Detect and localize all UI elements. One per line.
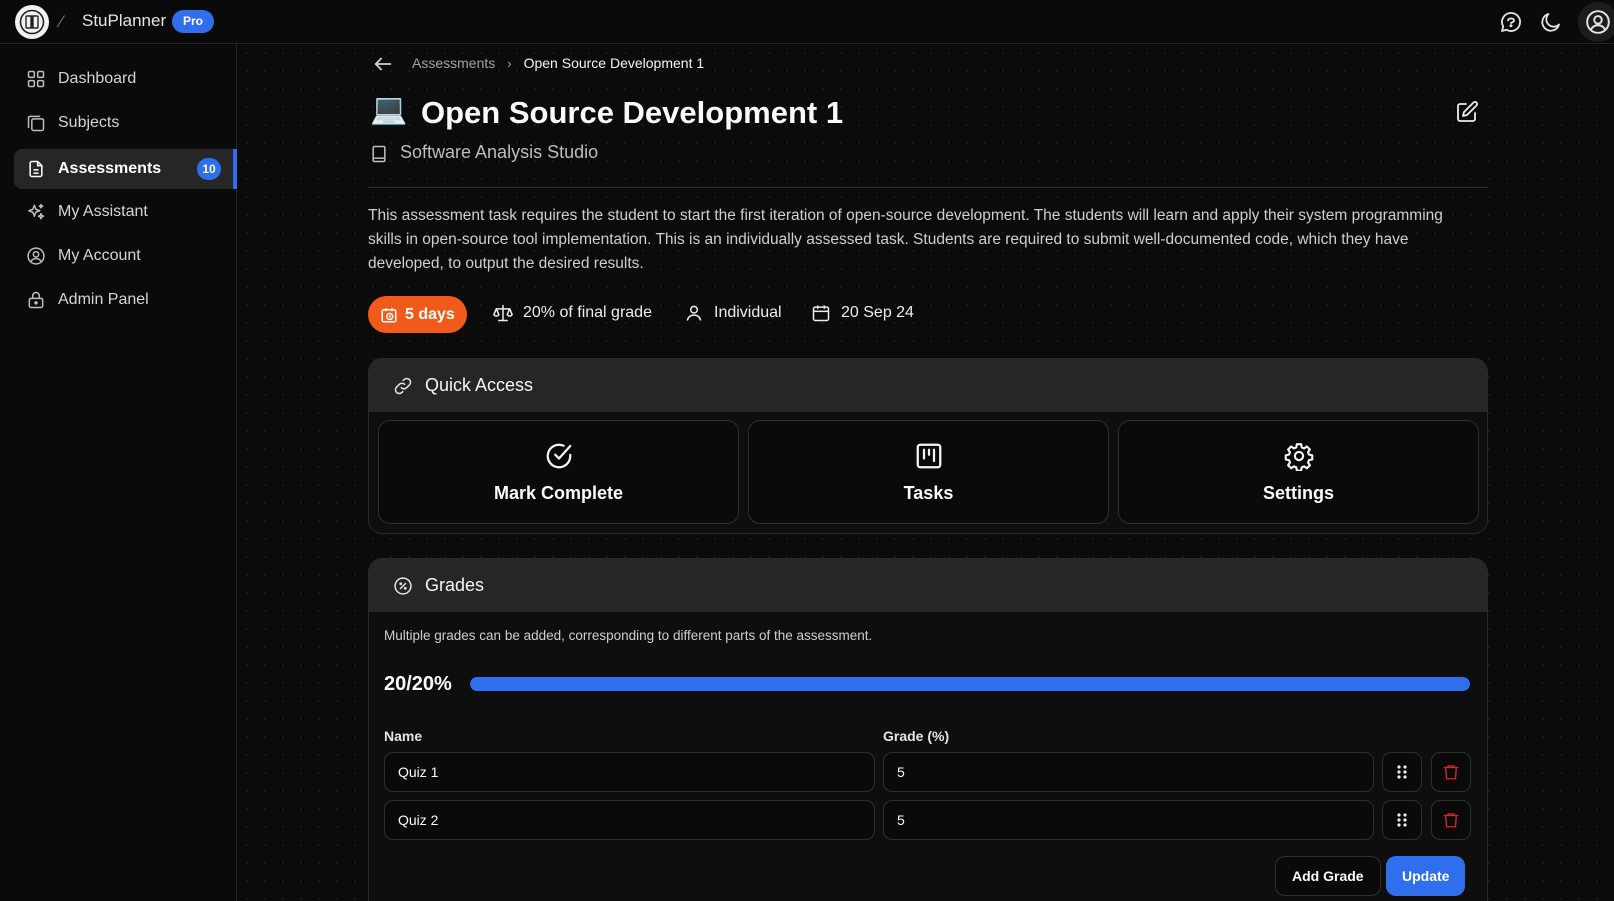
- scale-icon: [493, 303, 513, 323]
- tile-label: Mark Complete: [493, 482, 624, 503]
- plan-badge: Pro: [172, 10, 215, 33]
- back-arrow-icon[interactable]: [372, 53, 394, 75]
- app-logo[interactable]: [15, 5, 49, 39]
- tasks-button[interactable]: Tasks: [748, 420, 1109, 524]
- grades-progress-bar: [470, 677, 1470, 691]
- percent-circle-icon: [393, 576, 413, 596]
- sidebar-item-label: My Account: [58, 247, 141, 264]
- sidebar-item-subjects[interactable]: Subjects: [14, 103, 235, 143]
- trash-icon: [1443, 813, 1459, 828]
- tile-label: Tasks: [903, 482, 954, 503]
- due-in-text: 5 days: [405, 305, 455, 323]
- grades-card: Grades Multiple grades can be added, cor…: [368, 558, 1488, 901]
- mark-complete-button[interactable]: Mark Complete: [378, 420, 739, 524]
- sidebar-item-assessments[interactable]: Assessments 10: [14, 149, 235, 189]
- calendar-clock-icon: [380, 306, 398, 324]
- assessments-count-badge: 10: [197, 158, 221, 180]
- sidebar-item-admin-panel[interactable]: Admin Panel: [14, 280, 235, 320]
- name-column-header: Name: [384, 728, 423, 744]
- grades-progress-fill: [470, 677, 1470, 691]
- trash-icon: [1443, 765, 1459, 780]
- sparkles-icon: [26, 202, 46, 222]
- layers-icon: [26, 113, 46, 133]
- edit-icon[interactable]: [1455, 100, 1479, 124]
- delete-grade-button[interactable]: [1431, 800, 1471, 840]
- grades-progress-label: 20/20%: [384, 673, 452, 695]
- drag-handle-button[interactable]: [1382, 752, 1422, 792]
- header-divider: [368, 187, 1488, 188]
- subject-name[interactable]: Software Analysis Studio: [400, 142, 598, 163]
- grades-title: Grades: [425, 575, 485, 595]
- grade-name-input[interactable]: Quiz 2: [384, 800, 875, 840]
- sidebar: Dashboard Subjects Assessments 10 My Ass: [0, 44, 237, 901]
- grade-value-input[interactable]: 5: [883, 800, 1374, 840]
- due-date-info: 20 Sep 24: [811, 303, 914, 323]
- sidebar-item-my-assistant[interactable]: My Assistant: [14, 192, 235, 232]
- gear-icon: [1284, 441, 1314, 471]
- grid-icon: [26, 69, 46, 89]
- top-bar: ⁄ StuPlanner Pro: [0, 0, 1614, 44]
- main-content: Assessments › Open Source Development 1 …: [238, 44, 1614, 901]
- add-grade-button[interactable]: Add Grade: [1275, 856, 1381, 896]
- sidebar-item-dashboard[interactable]: Dashboard: [14, 59, 235, 99]
- kanban-icon: [914, 441, 944, 471]
- grade-column-header: Grade (%): [883, 728, 950, 744]
- drag-handle-button[interactable]: [1382, 800, 1422, 840]
- weight-text: 20% of final grade: [523, 304, 652, 321]
- grades-header: Grades: [369, 559, 1487, 612]
- breadcrumb: Assessments › Open Source Development 1: [412, 55, 704, 71]
- assessment-description: This assessment task requires the studen…: [368, 207, 1443, 272]
- sidebar-item-label: Assessments: [58, 160, 162, 177]
- due-date-text: 20 Sep 24: [841, 304, 914, 321]
- sidebar-item-label: Admin Panel: [58, 291, 149, 308]
- assessment-type-text: Individual: [714, 304, 782, 321]
- assessment-type-info: Individual: [684, 303, 782, 323]
- sidebar-item-label: Dashboard: [58, 70, 137, 87]
- delete-grade-button[interactable]: [1431, 752, 1471, 792]
- user-circle-icon: [1586, 10, 1610, 34]
- settings-button[interactable]: Settings: [1118, 420, 1479, 524]
- dark-mode-icon[interactable]: [1539, 10, 1563, 34]
- app-name[interactable]: StuPlanner: [82, 11, 166, 31]
- lock-icon: [26, 290, 46, 310]
- sidebar-item-label: Subjects: [58, 114, 120, 131]
- breadcrumb-chevron-icon: ›: [507, 55, 512, 71]
- book-icon: [369, 144, 389, 164]
- sidebar-item-label: My Assistant: [58, 203, 148, 220]
- quick-access-card: Quick Access Mark Complete Tasks Setting…: [368, 358, 1488, 534]
- grip-icon: [1397, 765, 1407, 779]
- assessment-emoji: 💻: [370, 92, 408, 127]
- sidebar-item-my-account[interactable]: My Account: [14, 236, 235, 276]
- quick-access-title: Quick Access: [425, 375, 534, 395]
- page-title: Open Source Development 1: [421, 95, 844, 130]
- calendar-icon: [811, 303, 831, 323]
- link-icon: [393, 376, 413, 396]
- document-icon: [26, 159, 46, 179]
- due-countdown-badge: 5 days: [368, 296, 467, 333]
- grade-name-input[interactable]: Quiz 1: [384, 752, 875, 792]
- grip-icon: [1397, 813, 1407, 827]
- grades-note: Multiple grades can be added, correspond…: [384, 628, 873, 643]
- check-circle-icon: [544, 441, 574, 471]
- update-button[interactable]: Update: [1386, 856, 1466, 896]
- feedback-icon[interactable]: [1499, 10, 1523, 34]
- logo-icon: [19, 9, 45, 35]
- title-separator: ⁄: [60, 12, 63, 31]
- quick-access-header: Quick Access: [369, 359, 1487, 412]
- user-circle-icon: [26, 246, 46, 266]
- account-avatar[interactable]: [1578, 2, 1614, 42]
- weight-info: 20% of final grade: [493, 303, 652, 323]
- grade-value-input[interactable]: 5: [883, 752, 1374, 792]
- tile-label: Settings: [1262, 482, 1334, 503]
- active-nav-indicator: [233, 149, 237, 189]
- breadcrumb-current: Open Source Development 1: [523, 55, 705, 71]
- breadcrumb-parent[interactable]: Assessments: [412, 55, 495, 71]
- user-icon: [684, 303, 704, 323]
